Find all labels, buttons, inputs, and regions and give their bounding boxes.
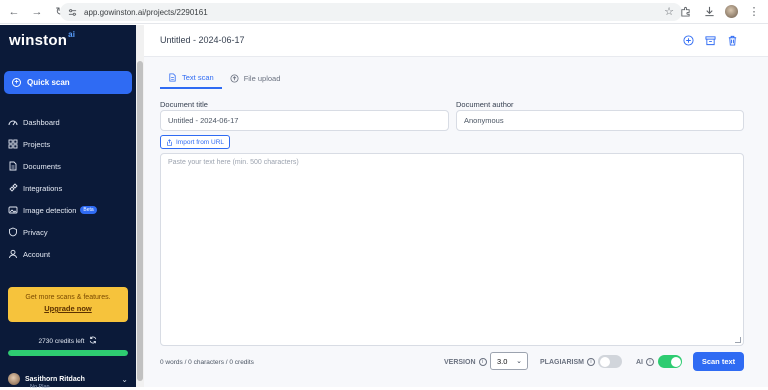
refresh-icon[interactable]	[89, 336, 97, 346]
main-content: Text scan File upload Document title Unt…	[144, 57, 768, 387]
scan-footer: 0 words / 0 characters / 0 credits VERSI…	[160, 351, 744, 373]
credits-progress-bar	[8, 350, 128, 356]
sidebar-item-label: Account	[23, 249, 51, 259]
credits-text: 2730 credits left	[38, 337, 85, 345]
projects-icon	[8, 139, 18, 149]
sidebar-item-label: Integrations	[23, 183, 63, 193]
sidebar-item-label: Image detection	[23, 205, 77, 215]
user-plan: No Plan	[30, 384, 50, 390]
bookmark-star-icon[interactable]: ☆	[664, 5, 674, 18]
dashboard-icon	[8, 117, 18, 127]
sidebar-nav: Dashboard Projects Documents Integration…	[0, 111, 136, 265]
browser-toolbar: ← → ↻ app.gowinston.ai/projects/2290161 …	[0, 0, 768, 24]
sidebar-item-projects[interactable]: Projects	[0, 133, 136, 155]
sidebar-item-documents[interactable]: Documents	[0, 155, 136, 177]
url-text: app.gowinston.ai/projects/2290161	[84, 7, 208, 17]
sidebar-item-privacy[interactable]: Privacy	[0, 221, 136, 243]
plus-circle-icon: +	[12, 78, 21, 87]
archive-icon[interactable]	[704, 34, 716, 46]
avatar	[8, 373, 20, 385]
shield-icon	[8, 227, 18, 237]
info-icon[interactable]: i	[586, 358, 595, 366]
trash-icon[interactable]	[726, 34, 738, 46]
sidebar-scrollbar[interactable]	[136, 25, 144, 387]
promo-text: Get more scans & features.	[25, 294, 111, 301]
sidebar-item-image-detection[interactable]: Image detection Beta	[0, 199, 136, 221]
beta-badge: Beta	[80, 206, 97, 214]
download-icon[interactable]	[701, 3, 717, 19]
scan-text-button[interactable]: Scan text	[693, 352, 744, 371]
version-label: VERSION i	[444, 358, 487, 366]
sidebar-item-label: Privacy	[23, 227, 48, 237]
word-count: 0 words / 0 characters / 0 credits	[160, 359, 254, 366]
user-name: Sasithorn Ritdach	[25, 375, 85, 383]
documents-icon	[8, 161, 18, 171]
ai-label: AI i	[636, 358, 654, 366]
text-placeholder: Paste your text here (min. 500 character…	[168, 159, 299, 166]
toggle-knob	[599, 356, 610, 367]
extensions-icon[interactable]	[677, 3, 693, 19]
version-value: 3.0	[497, 356, 508, 366]
ai-toggle[interactable]	[658, 355, 682, 368]
upload-icon	[230, 73, 239, 83]
sidebar-item-label: Documents	[23, 161, 61, 171]
sidebar-item-label: Dashboard	[23, 117, 60, 127]
user-icon	[8, 249, 18, 259]
sidebar-item-dashboard[interactable]: Dashboard	[0, 111, 136, 133]
more-menu-icon[interactable]: ⋮	[746, 3, 762, 19]
profile-avatar[interactable]	[725, 4, 738, 18]
document-icon	[168, 72, 177, 82]
info-icon[interactable]: i	[646, 358, 654, 366]
plagiarism-toggle[interactable]	[598, 355, 622, 368]
user-menu[interactable]: Sasithorn Ritdach No Plan ⌄	[0, 371, 136, 390]
tab-text-scan[interactable]: Text scan	[160, 67, 222, 89]
quick-scan-label: Quick scan	[27, 78, 70, 87]
forward-icon[interactable]: →	[28, 3, 46, 21]
chevron-down-icon: ⌄	[121, 374, 128, 384]
version-select[interactable]: 3.0 ⌄	[490, 352, 528, 370]
import-from-url-button[interactable]: Import from URL	[160, 135, 231, 149]
add-icon[interactable]	[682, 34, 694, 46]
sidebar: winstonai + Quick scan Dashboard Project…	[0, 25, 136, 390]
credits-info: 2730 credits left	[0, 336, 136, 346]
page-title: Untitled - 2024-06-17	[160, 35, 245, 45]
credits-progress-fill	[8, 350, 128, 356]
tab-file-upload[interactable]: File upload	[222, 67, 289, 89]
import-icon	[166, 138, 173, 146]
import-label: Import from URL	[176, 138, 225, 146]
document-title-label: Document title	[160, 100, 208, 109]
upgrade-now-link[interactable]: Upgrade now	[8, 304, 128, 313]
sidebar-item-account[interactable]: Account	[0, 243, 136, 265]
info-icon[interactable]: i	[478, 358, 487, 366]
text-input-area[interactable]: Paste your text here (min. 500 character…	[160, 153, 744, 346]
quick-scan-button[interactable]: + Quick scan	[4, 71, 132, 94]
toggle-knob	[670, 356, 681, 367]
page-header: Untitled - 2024-06-17	[144, 25, 768, 57]
document-title-input[interactable]: Untitled - 2024-06-17	[160, 110, 449, 131]
resize-grip[interactable]	[735, 337, 741, 343]
integrations-icon	[8, 183, 18, 193]
winston-logo[interactable]: winstonai	[9, 30, 75, 49]
tab-label: Text scan	[182, 72, 214, 82]
sidebar-item-label: Projects	[23, 139, 51, 149]
document-author-input[interactable]: Anonymous	[456, 110, 744, 131]
chevron-down-icon: ⌄	[516, 358, 522, 365]
scrollbar-thumb[interactable]	[137, 61, 143, 381]
scan-tabs: Text scan File upload	[160, 67, 288, 89]
document-author-label: Document author	[456, 100, 514, 109]
upgrade-promo[interactable]: Get more scans & features. Upgrade now	[8, 287, 128, 322]
tab-label: File upload	[243, 73, 281, 83]
back-icon[interactable]: ←	[5, 3, 23, 21]
address-bar[interactable]: app.gowinston.ai/projects/2290161 ☆	[60, 3, 682, 21]
plagiarism-label: PLAGIARISM i	[540, 358, 595, 366]
site-info-icon[interactable]	[66, 6, 78, 18]
sidebar-item-integrations[interactable]: Integrations	[0, 177, 136, 199]
image-icon	[8, 205, 18, 215]
